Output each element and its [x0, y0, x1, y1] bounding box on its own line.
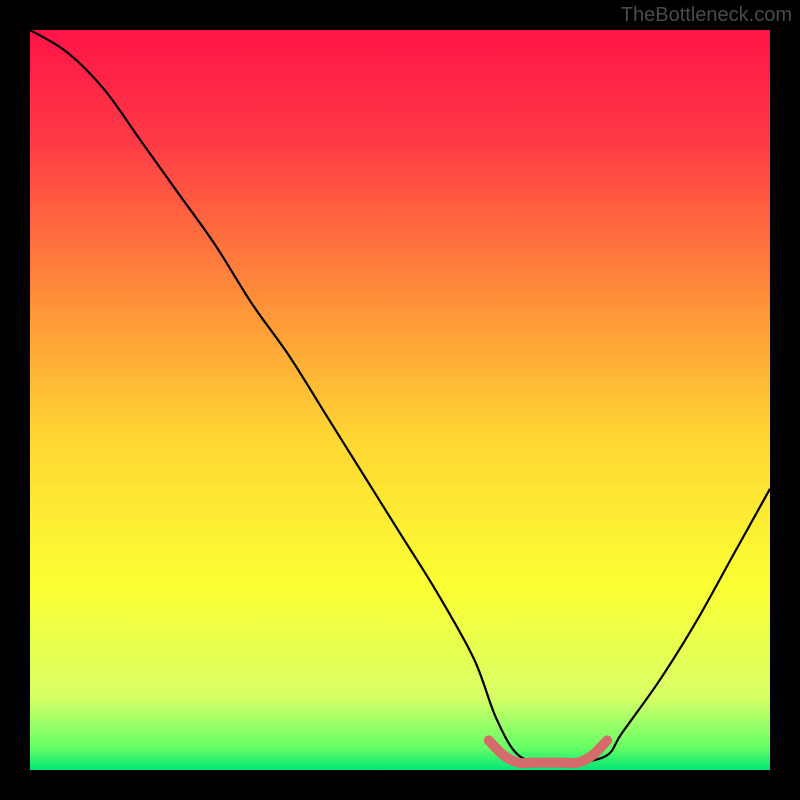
bottleneck-curve	[30, 30, 770, 764]
curve-layer	[30, 30, 770, 770]
plot-area	[30, 30, 770, 770]
trough-highlight	[489, 740, 607, 763]
watermark-text: TheBottleneck.com	[621, 4, 792, 27]
